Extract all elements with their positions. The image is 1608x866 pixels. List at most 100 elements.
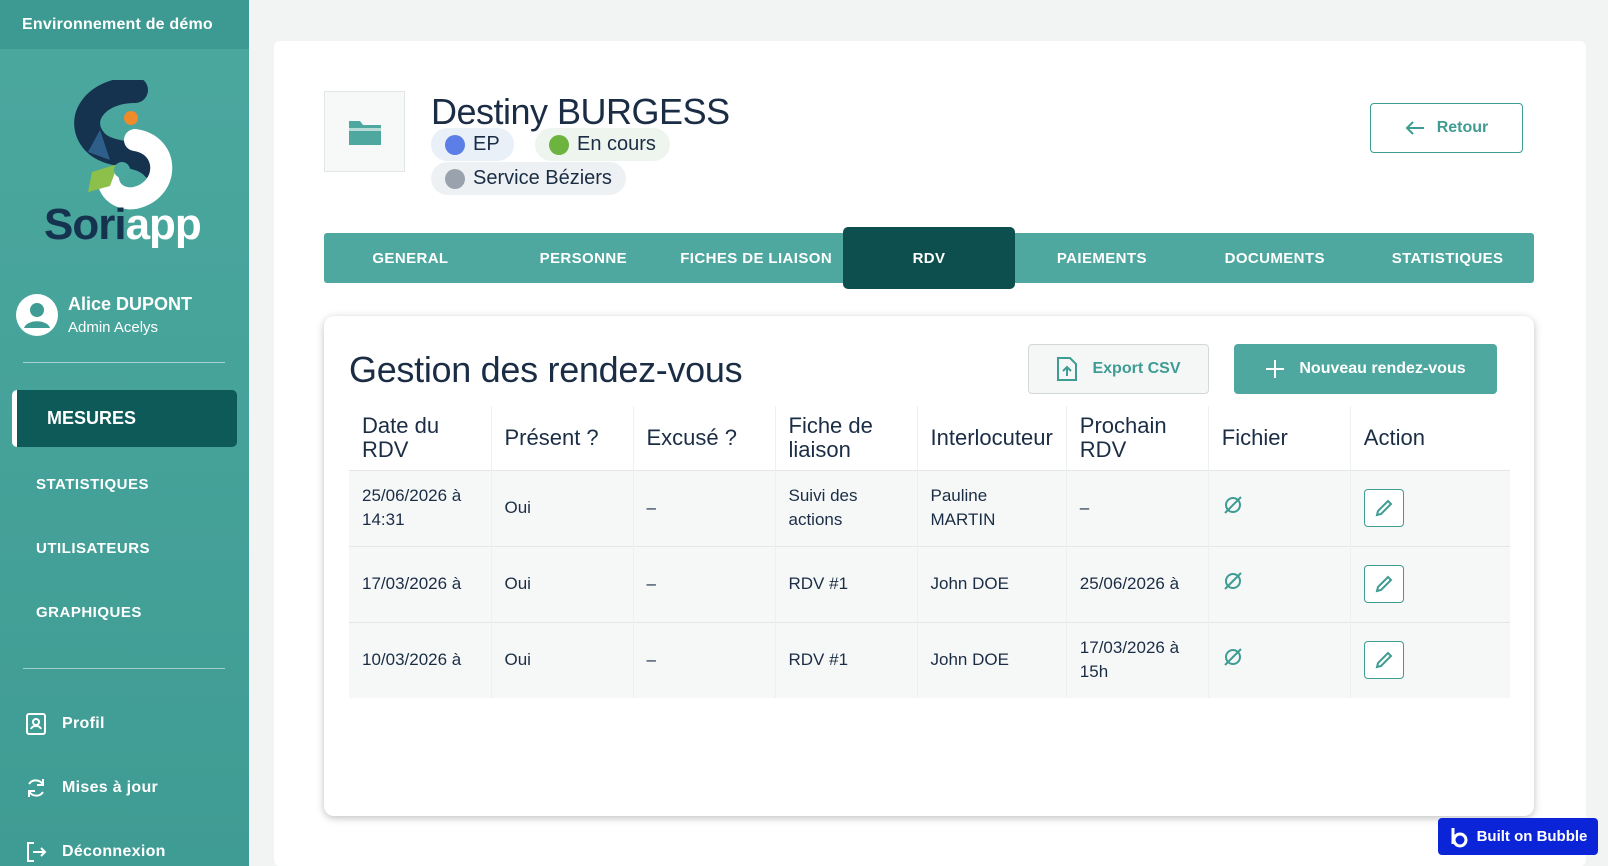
sidebar-item-statistiques[interactable]: STATISTIQUES bbox=[36, 476, 149, 493]
retour-label: Retour bbox=[1436, 119, 1489, 136]
folder-icon-box bbox=[324, 91, 405, 172]
sidebar-divider bbox=[23, 668, 225, 669]
table-row[interactable]: 25/06/2026 à 14:31 Oui – Suivi des actio… bbox=[349, 470, 1510, 546]
sidebar-item-graphiques[interactable]: GRAPHIQUES bbox=[36, 604, 142, 621]
edit-button[interactable] bbox=[1363, 489, 1404, 527]
user-card[interactable]: Alice DUPONT Admin Acelys bbox=[16, 294, 192, 336]
column-header[interactable]: Présent ? bbox=[491, 406, 634, 470]
sidebar-item-profil[interactable]: Profil bbox=[24, 712, 105, 736]
cell-fiche: RDV #1 bbox=[775, 546, 918, 622]
edit-button[interactable] bbox=[1363, 641, 1404, 680]
profile-icon bbox=[26, 713, 46, 735]
cell-fiche: RDV #1 bbox=[775, 622, 918, 698]
status-dot bbox=[549, 134, 569, 155]
cell-prochain: 17/03/2026 à 15h bbox=[1066, 622, 1209, 698]
user-name: Alice DUPONT bbox=[68, 294, 193, 314]
rdv-table: Date du RDV Présent ? Excusé ? Fiche de … bbox=[349, 406, 1510, 698]
pencil-icon bbox=[1375, 651, 1393, 669]
cell-action bbox=[1350, 470, 1510, 546]
export-label: Export CSV bbox=[1092, 360, 1181, 377]
sidebar-item-deconnexion[interactable]: Déconnexion bbox=[24, 840, 166, 864]
cell-excuse: – bbox=[633, 622, 776, 698]
column-header[interactable]: Action bbox=[1350, 406, 1510, 470]
new-rdv-label: Nouveau rendez-vous bbox=[1299, 360, 1466, 377]
cell-interlocuteur: Pauline MARTIN bbox=[917, 470, 1067, 546]
no-file-icon bbox=[1224, 648, 1242, 666]
logo-wordmark-accent: app bbox=[125, 200, 202, 249]
cell-fiche: Suivi des actions bbox=[775, 470, 918, 546]
no-file-icon bbox=[1224, 495, 1242, 514]
cell-interlocuteur: John DOE bbox=[917, 622, 1067, 698]
main-content: Destiny BURGESS EP En cours Service Bézi… bbox=[274, 41, 1586, 866]
sidebar-item-label: Mises à jour bbox=[62, 779, 159, 796]
column-header[interactable]: Interlocuteur bbox=[917, 406, 1067, 470]
column-header[interactable]: Excusé ? bbox=[633, 406, 776, 470]
cell-date: 17/03/2026 à bbox=[349, 546, 492, 622]
bubble-logo-icon bbox=[1451, 827, 1468, 847]
status-dot bbox=[445, 168, 465, 189]
cell-action bbox=[1350, 622, 1510, 698]
refresh-icon bbox=[28, 779, 44, 797]
user-icon bbox=[24, 303, 50, 328]
avatar bbox=[16, 294, 58, 336]
rdv-panel: Gestion des rendez-vous Export CSV Nouve… bbox=[324, 316, 1534, 816]
badge-label: Service Béziers bbox=[473, 167, 612, 189]
cell-date: 10/03/2026 à bbox=[349, 622, 492, 698]
environment-banner: Environnement de démo bbox=[0, 0, 249, 49]
table-header-row: Date du RDV Présent ? Excusé ? Fiche de … bbox=[349, 406, 1510, 470]
cell-date: 25/06/2026 à 14:31 bbox=[349, 470, 492, 546]
sidebar-item-mesures[interactable]: MESURES bbox=[12, 390, 237, 447]
badge-label: En cours bbox=[577, 133, 656, 155]
cell-fichier bbox=[1208, 470, 1351, 546]
tab-rdv[interactable]: RDV bbox=[842, 227, 1016, 289]
cell-prochain: – bbox=[1066, 470, 1209, 546]
built-on-bubble-badge[interactable]: Built on Bubble bbox=[1438, 818, 1598, 855]
logo-wordmark: Soriapp bbox=[44, 200, 202, 250]
file-upload-icon bbox=[1057, 357, 1078, 381]
column-header[interactable]: Fiche de liaison bbox=[775, 406, 918, 470]
sidebar-item-label: Profil bbox=[62, 715, 105, 732]
pencil-icon bbox=[1375, 499, 1393, 517]
badge-label: EP bbox=[473, 133, 500, 155]
sidebar: Environnement de démo Soriapp Alice DUPO… bbox=[0, 0, 249, 866]
cell-excuse: – bbox=[633, 546, 776, 622]
edit-button[interactable] bbox=[1363, 565, 1404, 603]
badge-service: Service Béziers bbox=[431, 162, 626, 195]
badge-en-cours: En cours bbox=[535, 128, 670, 161]
tab-personne[interactable]: PERSONNE bbox=[497, 233, 670, 283]
bubble-badge-label: Built on Bubble bbox=[1476, 828, 1588, 845]
logo-wordmark-main: Sori bbox=[44, 200, 127, 249]
cell-prochain: 25/06/2026 à bbox=[1066, 546, 1209, 622]
cell-present: Oui bbox=[491, 470, 634, 546]
tab-fiches-de-liaison[interactable]: FICHES DE LIAISON bbox=[670, 233, 843, 283]
plus-icon bbox=[1266, 360, 1285, 378]
cell-present: Oui bbox=[491, 546, 634, 622]
new-rdv-button[interactable]: Nouveau rendez-vous bbox=[1234, 344, 1497, 394]
cell-fichier bbox=[1208, 622, 1351, 698]
column-header[interactable]: Prochain RDV bbox=[1066, 406, 1209, 470]
sidebar-item-mises-a-jour[interactable]: Mises à jour bbox=[24, 776, 158, 800]
cell-excuse: – bbox=[633, 470, 776, 546]
cell-present: Oui bbox=[491, 622, 634, 698]
tab-paiements[interactable]: PAIEMENTS bbox=[1015, 233, 1188, 283]
column-header[interactable]: Date du RDV bbox=[349, 406, 492, 470]
cell-action bbox=[1350, 546, 1510, 622]
export-csv-button[interactable]: Export CSV bbox=[1028, 344, 1209, 394]
sidebar-divider bbox=[23, 362, 225, 363]
sidebar-item-utilisateurs[interactable]: UTILISATEURS bbox=[36, 540, 150, 557]
tab-general[interactable]: GENERAL bbox=[324, 233, 497, 283]
logout-icon bbox=[27, 842, 47, 862]
tab-statistiques[interactable]: STATISTIQUES bbox=[1361, 233, 1534, 283]
pencil-icon bbox=[1375, 575, 1393, 593]
no-file-icon bbox=[1224, 571, 1242, 590]
arrow-left-icon bbox=[1405, 121, 1424, 135]
tab-bar: GENERAL PERSONNE FICHES DE LIAISON RDV P… bbox=[324, 227, 1534, 289]
table-row[interactable]: 10/03/2026 à Oui – RDV #1 John DOE 17/03… bbox=[349, 622, 1510, 698]
folder-icon bbox=[348, 120, 381, 145]
table-row[interactable]: 17/03/2026 à Oui – RDV #1 John DOE 25/06… bbox=[349, 546, 1510, 622]
tab-documents[interactable]: DOCUMENTS bbox=[1188, 233, 1361, 283]
retour-button[interactable]: Retour bbox=[1370, 103, 1523, 153]
cell-interlocuteur: John DOE bbox=[917, 546, 1067, 622]
person-name: Destiny BURGESS bbox=[431, 91, 730, 132]
column-header[interactable]: Fichier bbox=[1208, 406, 1351, 470]
